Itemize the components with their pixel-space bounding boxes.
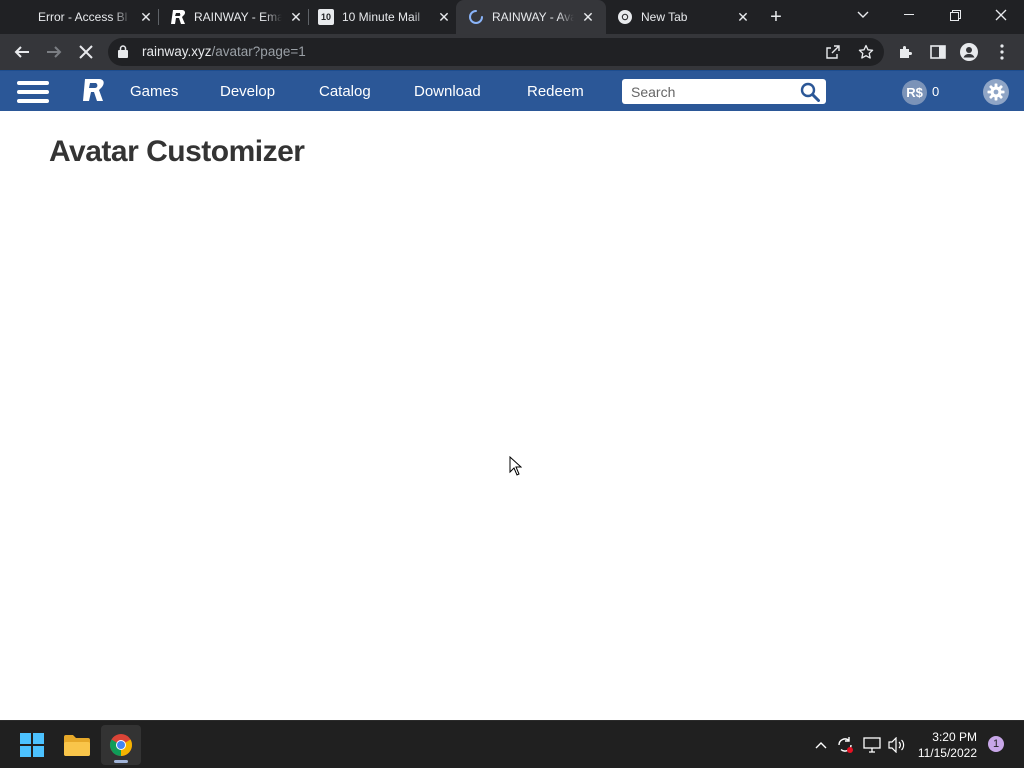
chrome-taskbar-icon[interactable] [101,725,141,765]
tab-new-tab[interactable]: New Tab ✕ [617,0,751,34]
stop-loading-icon[interactable] [74,40,98,64]
notification-badge[interactable]: 1 [988,736,1004,752]
tab-10-minute-mail[interactable]: 10 10 Minute Mail ✕ [318,0,452,34]
mouse-cursor-icon [509,455,523,481]
tab-divider [308,9,309,25]
close-window-icon[interactable] [978,0,1024,30]
volume-icon[interactable] [887,735,907,755]
side-panel-icon[interactable] [926,40,950,64]
browser-menu-dots-icon[interactable] [990,40,1014,64]
tab-title: New Tab [641,10,688,24]
show-hidden-icons-chevron-icon[interactable] [811,735,831,755]
clock-time: 3:20 PM [932,730,977,744]
tab-title: Error - Access Bl [38,10,128,24]
nav-catalog[interactable]: Catalog [319,83,371,100]
currency-balance: 0 [932,84,940,99]
close-tab-icon[interactable]: ✕ [580,9,596,25]
clock-date: 11/15/2022 [917,746,977,760]
hamburger-menu-icon[interactable] [17,81,49,105]
nav-download[interactable]: Download [414,83,481,100]
url-text: rainway.xyz/avatar?page=1 [142,44,306,59]
close-tab-icon[interactable]: ✕ [288,9,304,25]
settings-gear-icon[interactable] [983,79,1009,105]
restore-icon[interactable] [932,0,978,30]
address-bar[interactable]: rainway.xyz/avatar?page=1 [108,38,884,66]
rainway-logo-icon[interactable] [80,79,106,101]
tab-title: RAINWAY - Ema [194,10,282,24]
tab-rainway-avatar[interactable]: RAINWAY - Avat ✕ [456,0,606,34]
forward-arrow-icon[interactable] [42,40,66,64]
nav-develop[interactable]: Develop [220,83,275,100]
share-icon[interactable] [824,43,842,61]
new-tab-plus-icon[interactable]: + [764,5,788,29]
close-tab-icon[interactable]: ✕ [138,9,154,25]
sync-status-icon[interactable] [835,735,855,755]
page-title: Avatar Customizer [49,135,305,168]
profile-avatar-icon[interactable] [957,40,981,64]
robux-currency-icon[interactable]: R$ [902,80,927,105]
page-content: Avatar Customizer [0,111,1024,720]
browser-toolbar: rainway.xyz/avatar?page=1 [0,34,1024,70]
bookmark-star-icon[interactable] [857,43,875,61]
tab-search-chevron-icon[interactable] [840,0,886,30]
tab-divider [158,9,159,25]
windows-start-icon[interactable] [12,725,52,765]
nav-redeem[interactable]: Redeem [527,83,584,100]
tab-title: RAINWAY - Avat [492,10,574,24]
tab-title: 10 Minute Mail [342,10,421,24]
lock-icon[interactable] [118,45,128,63]
error-favicon-icon [14,9,30,25]
rainway-logo-icon [170,9,186,25]
tab-error-access-blocked[interactable]: Error - Access Bl ✕ [14,0,154,34]
tab-rainway-email[interactable]: RAINWAY - Ema ✕ [170,0,304,34]
chrome-icon [617,9,633,25]
extensions-puzzle-icon[interactable] [894,40,918,64]
back-arrow-icon[interactable] [10,40,34,64]
close-tab-icon[interactable]: ✕ [436,9,452,25]
search-input[interactable] [631,82,791,101]
minimize-icon[interactable] [886,0,932,30]
loading-spinner-icon [468,9,484,25]
network-icon[interactable] [862,735,882,755]
close-tab-icon[interactable]: ✕ [735,9,751,25]
search-icon[interactable] [800,82,820,107]
nav-games[interactable]: Games [130,83,178,100]
taskbar-clock[interactable]: 3:20 PM 11/15/2022 [918,729,977,761]
file-explorer-icon[interactable] [57,725,97,765]
active-app-indicator [114,760,128,763]
windows-taskbar: 3:20 PM 11/15/2022 [0,720,1024,768]
browser-tab-strip: Error - Access Bl ✕ RAINWAY - Ema ✕ 10 1… [0,0,1024,34]
site-search-box [622,79,826,104]
10minutemail-icon: 10 [318,9,334,25]
site-navbar: Games Develop Catalog Download Redeem R$… [0,70,1024,111]
